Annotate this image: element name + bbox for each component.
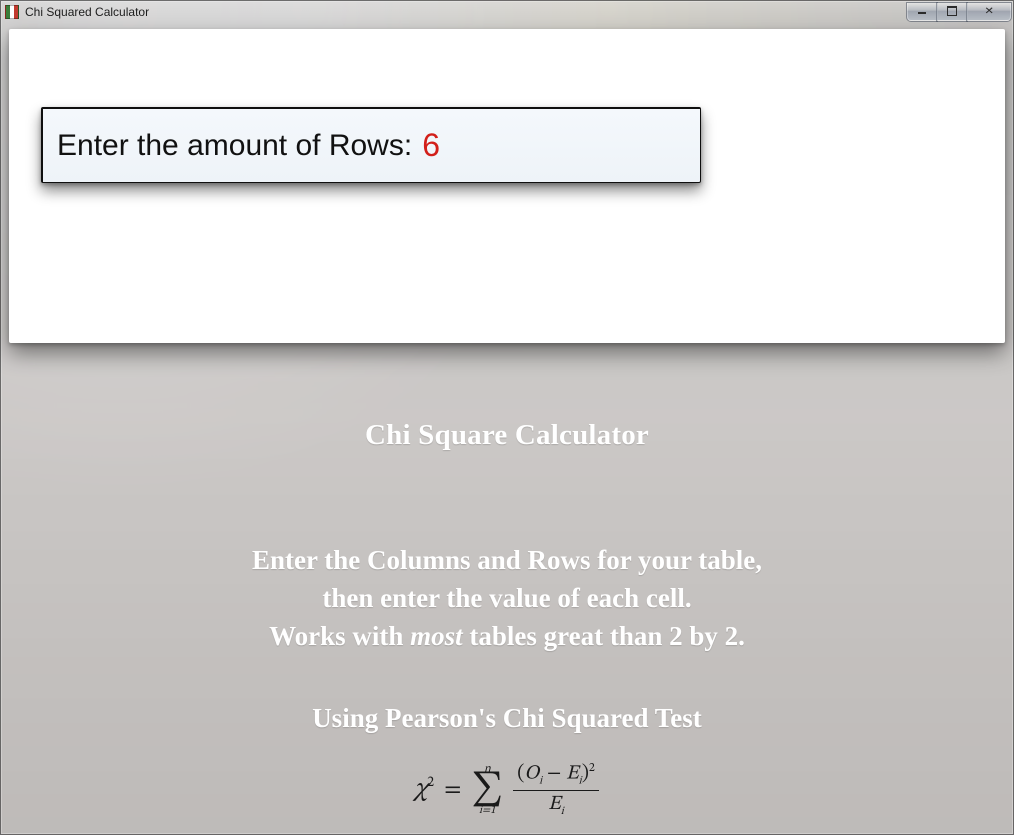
- instructions-line-3: Works with most tables great than 2 by 2…: [1, 618, 1013, 656]
- formula-O: O: [524, 764, 539, 784]
- rows-input-label: Enter the amount of Rows:: [57, 129, 412, 163]
- formula-sum: n ∑ i=1: [471, 763, 503, 816]
- maximize-button[interactable]: [937, 3, 967, 21]
- instructions-line-3-em: most: [410, 621, 463, 651]
- chi-square-formula: χ2 = n ∑ i=1 (Oi − Ei)2 Ei: [415, 762, 599, 817]
- formula-equals: =: [444, 778, 461, 802]
- page-title: Chi Square Calculator: [1, 419, 1013, 452]
- sigma-icon: ∑: [471, 773, 503, 807]
- formula-num-exp: 2: [589, 762, 595, 774]
- rows-input[interactable]: Enter the amount of Rows: 6: [41, 107, 701, 183]
- formula-fraction: (Oi − Ei)2 Ei: [513, 762, 599, 817]
- instructions-line-2: then enter the value of each cell.: [1, 580, 1013, 618]
- formula-minus: −: [542, 764, 566, 784]
- formula-numerator: (Oi − Ei)2: [513, 762, 599, 791]
- window-title: Chi Squared Calculator: [25, 5, 149, 19]
- formula-paren-close: ): [582, 764, 589, 784]
- formula-E-den-sub: i: [561, 806, 564, 817]
- info-section: Chi Square Calculator Enter the Columns …: [1, 413, 1013, 834]
- rows-input-value: 6: [422, 127, 440, 164]
- method-subhead: Using Pearson's Chi Squared Test: [1, 703, 1013, 734]
- titlebar[interactable]: Chi Squared Calculator: [1, 1, 1013, 23]
- caption-buttons: [907, 3, 1011, 21]
- formula-E-den: E: [548, 794, 561, 814]
- input-panel: Enter the amount of Rows: 6: [9, 29, 1005, 343]
- formula-chi: χ: [415, 777, 427, 803]
- minimize-button[interactable]: [907, 3, 937, 21]
- close-button[interactable]: [967, 3, 1011, 21]
- app-icon: [5, 5, 19, 19]
- instructions-line-1: Enter the Columns and Rows for your tabl…: [1, 542, 1013, 580]
- formula-denominator: Ei: [544, 794, 568, 817]
- instructions-text: Enter the Columns and Rows for your tabl…: [1, 542, 1013, 655]
- main-window: Chi Squared Calculator Enter the amount …: [0, 0, 1014, 835]
- formula-lhs: χ2: [415, 776, 434, 803]
- formula-E-num: E: [566, 764, 579, 784]
- formula-sum-lower: i=1: [479, 805, 496, 816]
- instructions-line-3-pre: Works with: [269, 621, 410, 651]
- formula-chi-exp: 2: [427, 776, 434, 790]
- instructions-line-3-post: tables great than 2 by 2.: [463, 621, 745, 651]
